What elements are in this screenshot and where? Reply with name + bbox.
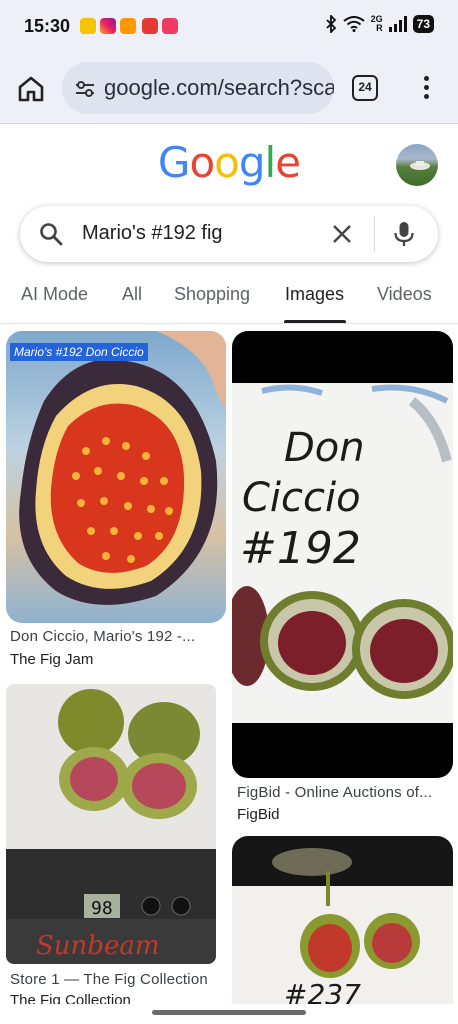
clear-icon[interactable] [330,222,354,246]
more-options-icon[interactable] [418,76,434,102]
result-image[interactable]: 98 Sunbeam [6,684,216,964]
notification-app-icon [142,18,158,34]
status-time: 15:30 [24,16,71,36]
search-divider [374,216,375,252]
home-indicator[interactable] [152,1010,306,1015]
result-title[interactable]: Don Ciccio, Mario's 192 -... [10,628,195,645]
account-avatar[interactable] [396,144,438,186]
tab-all[interactable]: All [122,284,142,305]
tab-videos[interactable]: Videos [377,284,432,305]
microphone-icon[interactable] [392,220,416,248]
signal-icon [388,16,407,32]
home-icon[interactable] [16,74,46,104]
search-icon [40,223,63,246]
tab-images[interactable]: Images [285,284,344,305]
result-source[interactable]: The Fig Collection [10,992,131,1004]
image-overlay-label: Mario's #192 Don Ciccio [10,343,148,361]
result-title[interactable]: FigBid - Online Auctions of... [237,784,432,801]
site-settings-icon[interactable] [74,78,96,100]
scale-reading: 98 [91,898,113,919]
search-box[interactable]: Mario's #192 fig [20,206,438,262]
tab-shopping[interactable]: Shopping [174,284,250,305]
status-bar: 15:30 2G R 73 [0,0,458,52]
result-source[interactable]: FigBid [237,806,280,823]
notification-app-icon [80,18,96,34]
scale-brand: Sunbeam [36,931,160,961]
result-image[interactable]: #237 [232,836,453,1004]
bluetooth-icon [325,15,336,33]
address-bar[interactable]: google.com/search?sca [62,62,334,114]
result-source[interactable]: The Fig Jam [10,651,93,668]
tab-ai-mode[interactable]: AI Mode [21,284,88,305]
result-image[interactable]: Don Ciccio #192 [232,331,453,778]
roaming-label: R [376,23,383,33]
handwriting-line-1: Don [284,425,365,471]
url-text[interactable]: google.com/search?sca [104,75,334,101]
notification-app-icon [120,18,136,34]
google-logo: Google [157,138,301,187]
result-title[interactable]: Store 1 — The Fig Collection [10,971,208,988]
instagram-icon [100,18,116,34]
handwriting-line-3: #192 [240,523,361,574]
search-input[interactable]: Mario's #192 fig [82,222,223,245]
notification-app-icon [162,18,178,34]
handwriting-line-2: Ciccio [242,475,361,521]
search-tabs: AI Mode All Shopping Images Videos [0,280,458,324]
tab-switcher-button[interactable]: 24 [352,75,378,101]
handwriting-label: #237 [284,978,361,1004]
result-image[interactable]: Mario's #192 Don Ciccio [6,331,226,623]
wifi-icon [343,16,365,32]
battery-icon: 73 [412,15,434,33]
browser-toolbar: google.com/search?sca 24 [0,52,458,124]
active-tab-indicator [284,320,346,323]
